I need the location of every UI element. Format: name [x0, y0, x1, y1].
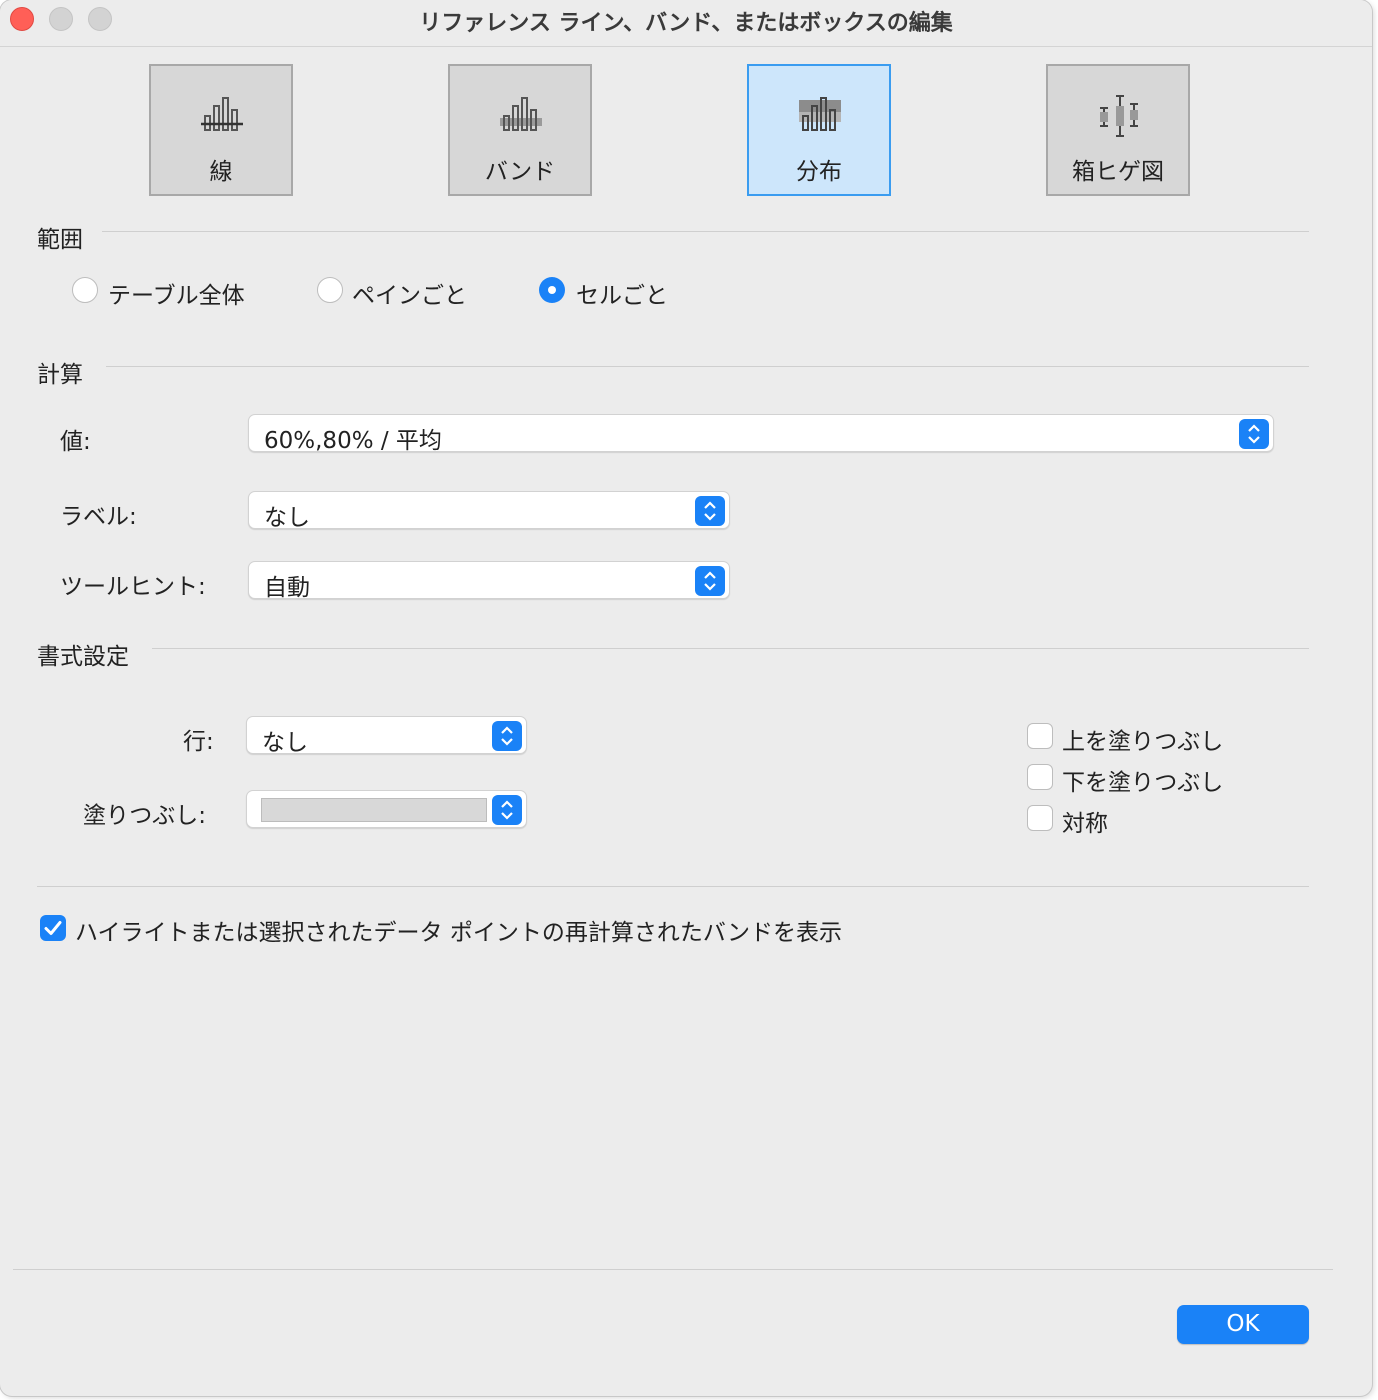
formatting-divider: [152, 648, 1309, 649]
chevron-updown-icon: [1248, 424, 1260, 444]
recalc-divider: [37, 886, 1309, 887]
calculation-divider: [106, 366, 1309, 367]
fill-above-checkbox[interactable]: [1027, 723, 1053, 749]
scope-radio-table-label: テーブル全体: [108, 283, 245, 309]
checkmark-icon: [44, 921, 62, 935]
scope-divider: [102, 231, 1309, 232]
fill-field-label: 塗りつぶし:: [83, 803, 206, 829]
line-style-popup-stepper[interactable]: [492, 721, 522, 751]
type-band-label: バンド: [484, 159, 556, 185]
line-style-popup-text: なし: [262, 730, 308, 756]
chevron-updown-icon: [501, 800, 513, 820]
tooltip-popup-stepper[interactable]: [695, 566, 725, 596]
label-field-label: ラベル:: [60, 504, 137, 530]
symmetric-label: 対称: [1062, 811, 1108, 837]
type-band-button[interactable]: バンド: [448, 64, 592, 196]
value-popup-stepper[interactable]: [1239, 419, 1269, 449]
scope-radio-cell-label: セルごと: [576, 283, 668, 309]
symmetric-checkbox[interactable]: [1027, 805, 1053, 831]
dialog-window: リファレンス ライン、バンド、またはボックスの編集 線 バンド 分布 箱ヒゲ図 …: [0, 0, 1372, 1396]
formatting-section-title: 書式設定: [37, 644, 129, 670]
chevron-updown-icon: [704, 571, 716, 591]
value-popup[interactable]: 60%,80% / 平均: [248, 414, 1274, 454]
scope-radio-pane-label: ペインごと: [352, 283, 467, 309]
label-popup[interactable]: なし: [248, 491, 730, 531]
tooltip-popup[interactable]: 自動: [248, 561, 730, 601]
fill-color-popup-stepper[interactable]: [492, 795, 522, 825]
band-chart-icon: [500, 97, 542, 131]
type-distribution-label: 分布: [796, 159, 842, 185]
line-style-popup[interactable]: なし: [246, 716, 527, 756]
type-boxplot-label: 箱ヒゲ図: [1072, 159, 1164, 185]
distribution-chart-icon: [799, 97, 841, 131]
fill-above-label: 上を塗りつぶし: [1062, 729, 1224, 755]
line-field-label: 行:: [183, 729, 214, 755]
chevron-updown-icon: [704, 501, 716, 521]
scope-radio-cell[interactable]: [539, 277, 565, 303]
scope-section-title: 範囲: [37, 227, 83, 253]
line-chart-icon: [201, 97, 243, 131]
footer-divider: [13, 1269, 1333, 1270]
label-popup-stepper[interactable]: [695, 496, 725, 526]
scope-radio-pane[interactable]: [317, 277, 343, 303]
type-line-button[interactable]: 線: [149, 64, 293, 196]
value-field-label: 値:: [60, 429, 91, 455]
title-bar: リファレンス ライン、バンド、またはボックスの編集: [0, 0, 1372, 47]
window-title: リファレンス ライン、バンド、またはボックスの編集: [419, 11, 953, 36]
fill-color-popup[interactable]: [246, 790, 527, 828]
recalc-checkbox[interactable]: [40, 915, 66, 941]
tooltip-popup-text: 自動: [264, 575, 310, 601]
fill-below-checkbox[interactable]: [1027, 764, 1053, 790]
label-popup-text: なし: [264, 505, 310, 531]
calculation-section-title: 計算: [37, 362, 83, 388]
type-distribution-button[interactable]: 分布: [747, 64, 891, 196]
value-popup-text: 60%,80% / 平均: [264, 428, 442, 454]
type-boxplot-button[interactable]: 箱ヒゲ図: [1046, 64, 1190, 196]
tooltip-field-label: ツールヒント:: [60, 574, 206, 600]
recalc-label: ハイライトまたは選択されたデータ ポイントの再計算されたバンドを表示: [75, 920, 843, 946]
type-line-label: 線: [209, 159, 233, 185]
scope-radio-table[interactable]: [72, 277, 98, 303]
box-plot-icon: [1100, 95, 1138, 137]
chevron-updown-icon: [501, 726, 513, 746]
fill-color-swatch: [261, 798, 487, 822]
ok-button[interactable]: OK: [1177, 1305, 1309, 1344]
fill-below-label: 下を塗りつぶし: [1062, 770, 1224, 796]
